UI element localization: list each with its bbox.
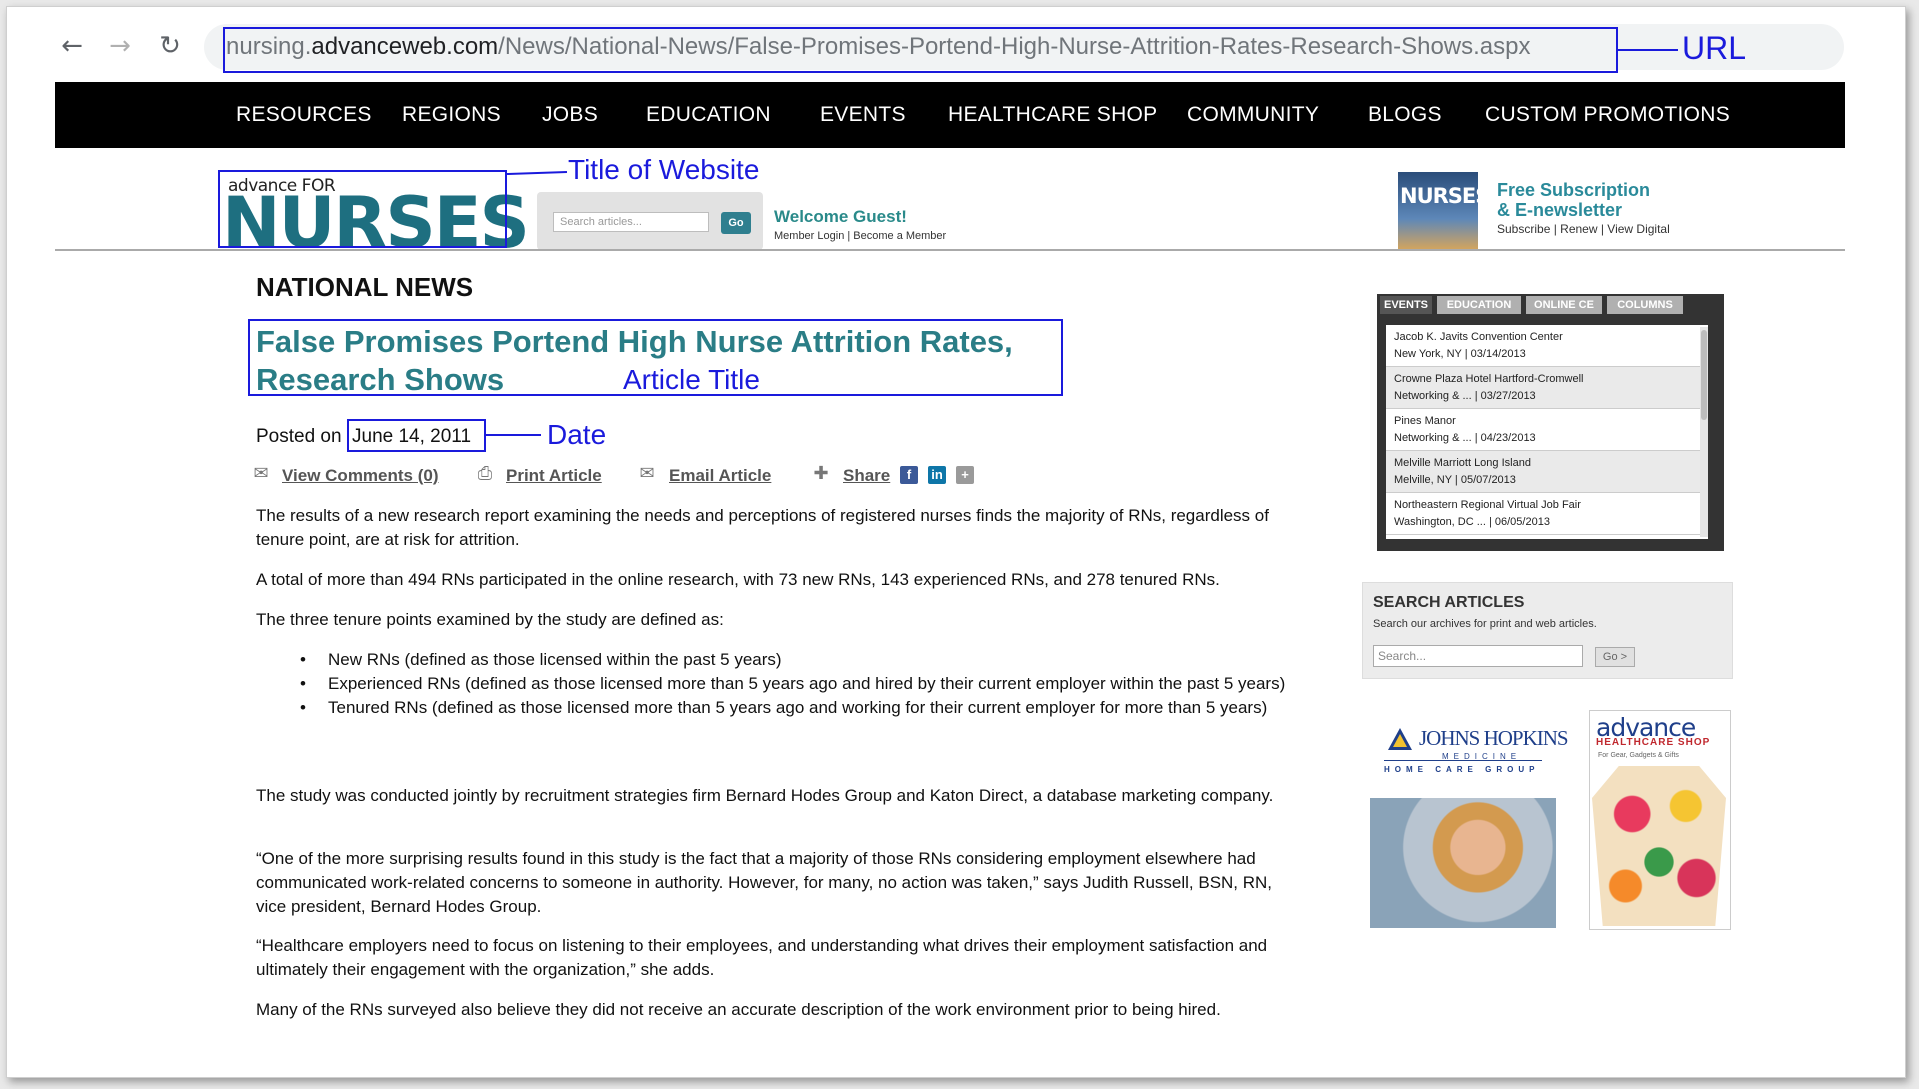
member-links[interactable]: Member Login | Become a Member <box>774 230 946 242</box>
list-item: New RNs (defined as those licensed withi… <box>300 648 1290 672</box>
paragraph: The results of a new research report exa… <box>256 506 1269 549</box>
magazine-cover-title: NURSES <box>1400 184 1490 208</box>
header-go-button[interactable]: Go <box>721 212 751 234</box>
event-item[interactable]: Jacob K. Javits Convention Center New Yor… <box>1386 325 1708 367</box>
printer-icon: ⎙ <box>477 463 493 484</box>
forward-arrow-icon[interactable]: → <box>102 28 138 64</box>
email-article-link[interactable]: Email Article <box>669 466 771 486</box>
nav-healthcare-shop[interactable]: HEALTHCARE SHOP <box>948 82 1158 148</box>
scrubs-image <box>1592 766 1726 926</box>
johns-hopkins-shield-icon <box>1388 728 1412 750</box>
linkedin-icon[interactable]: in <box>928 466 946 484</box>
nav-regions[interactable]: REGIONS <box>402 82 501 148</box>
paragraph: The three tenure points examined by the … <box>256 610 724 629</box>
header-search-input[interactable]: Search articles... <box>553 212 709 232</box>
view-comments-link[interactable]: View Comments (0) <box>282 466 439 486</box>
nav-blogs[interactable]: BLOGS <box>1368 82 1442 148</box>
paragraph: A total of more than 494 RNs participate… <box>256 570 1220 589</box>
subscription-links[interactable]: Subscribe | Renew | View Digital <box>1497 222 1670 236</box>
url-annotation-label: URL <box>1682 30 1747 66</box>
posted-label: Posted on <box>256 426 342 447</box>
reload-icon[interactable]: ↻ <box>152 28 188 64</box>
nurse-photo <box>1370 798 1556 928</box>
print-article-link[interactable]: Print Article <box>506 466 602 486</box>
search-articles-title: SEARCH ARTICLES <box>1373 594 1525 611</box>
tab-events[interactable]: EVENTS <box>1380 296 1432 314</box>
tab-columns[interactable]: COLUMNS <box>1607 296 1683 314</box>
list-item: Tenured RNs (defined as those licensed m… <box>300 696 1290 720</box>
paragraph: Many of the RNs surveyed also believe th… <box>256 1000 1221 1019</box>
back-arrow-icon[interactable]: ← <box>54 28 90 64</box>
comment-icon: ✉ <box>253 463 269 484</box>
share-more-icon[interactable]: + <box>956 466 974 484</box>
nav-education[interactable]: EDUCATION <box>646 82 771 148</box>
nav-jobs[interactable]: JOBS <box>542 82 598 148</box>
nav-community[interactable]: COMMUNITY <box>1187 82 1319 148</box>
johns-hopkins-name: JOHNS HOPKINS <box>1419 726 1569 750</box>
paragraph: “Healthcare employers need to focus on l… <box>256 936 1268 979</box>
share-icon: ✚ <box>813 463 829 484</box>
events-scroll-thumb[interactable] <box>1701 330 1707 420</box>
paragraph: “One of the more surprising results foun… <box>256 849 1273 916</box>
advance-shop-label: HEALTHCARE SHOP <box>1596 737 1711 748</box>
url-annotation-box <box>223 27 1618 73</box>
nav-resources[interactable]: RESOURCES <box>236 82 372 148</box>
johns-hopkins-home-care-group: HOME CARE GROUP <box>1384 765 1540 774</box>
nav-custom-promotions[interactable]: CUSTOM PROMOTIONS <box>1485 82 1730 148</box>
johns-hopkins-rule <box>1384 760 1542 761</box>
list-item: Experienced RNs (defined as those licens… <box>300 672 1290 696</box>
date-annotation-label: Date <box>547 419 607 450</box>
nav-events[interactable]: EVENTS <box>820 82 906 148</box>
event-item[interactable]: Melville Marriott Long Island Melville, N… <box>1386 451 1708 493</box>
subscription-heading[interactable]: Free Subscription & E-newsletter <box>1497 180 1650 220</box>
events-list: Jacob K. Javits Convention Center New Yor… <box>1386 325 1708 539</box>
tab-education[interactable]: EDUCATION <box>1437 296 1521 314</box>
date-annotation-box <box>347 419 486 452</box>
advance-shop-subtitle: For Gear, Gadgets & Gifts <box>1598 752 1679 759</box>
share-link[interactable]: Share <box>843 466 890 486</box>
paragraph: The study was conducted jointly by recru… <box>256 786 1274 805</box>
tab-online-ce[interactable]: ONLINE CE <box>1526 296 1602 314</box>
envelope-icon: ✉ <box>639 463 655 484</box>
top-navigation: RESOURCES REGIONS JOBS EDUCATION EVENTS … <box>55 82 1845 148</box>
website-title-annotation-box <box>218 170 507 248</box>
search-articles-go-button[interactable]: Go > <box>1595 647 1635 667</box>
facebook-icon[interactable]: f <box>900 466 918 484</box>
search-articles-input[interactable]: Search... <box>1373 645 1583 667</box>
search-articles-subtitle: Search our archives for print and web ar… <box>1373 618 1597 630</box>
section-heading: NATIONAL NEWS <box>256 272 474 302</box>
url-annotation-line <box>1618 49 1678 51</box>
date-annotation-line <box>486 434 541 436</box>
header-divider <box>55 249 1845 251</box>
tenure-list: New RNs (defined as those licensed withi… <box>300 648 1290 720</box>
article-title-annotation-label: Article Title <box>623 364 760 395</box>
website-title-annotation-label: Title of Website <box>568 154 760 185</box>
event-item[interactable]: Crowne Plaza Hotel Hartford-Cromwell Netw… <box>1386 367 1708 409</box>
welcome-text: Welcome Guest! <box>774 207 907 226</box>
event-item[interactable]: Pines Manor Networking & ... | 04/23/2013 <box>1386 409 1708 451</box>
event-item[interactable]: Northeastern Regional Virtual Job Fair Wa… <box>1386 493 1708 535</box>
